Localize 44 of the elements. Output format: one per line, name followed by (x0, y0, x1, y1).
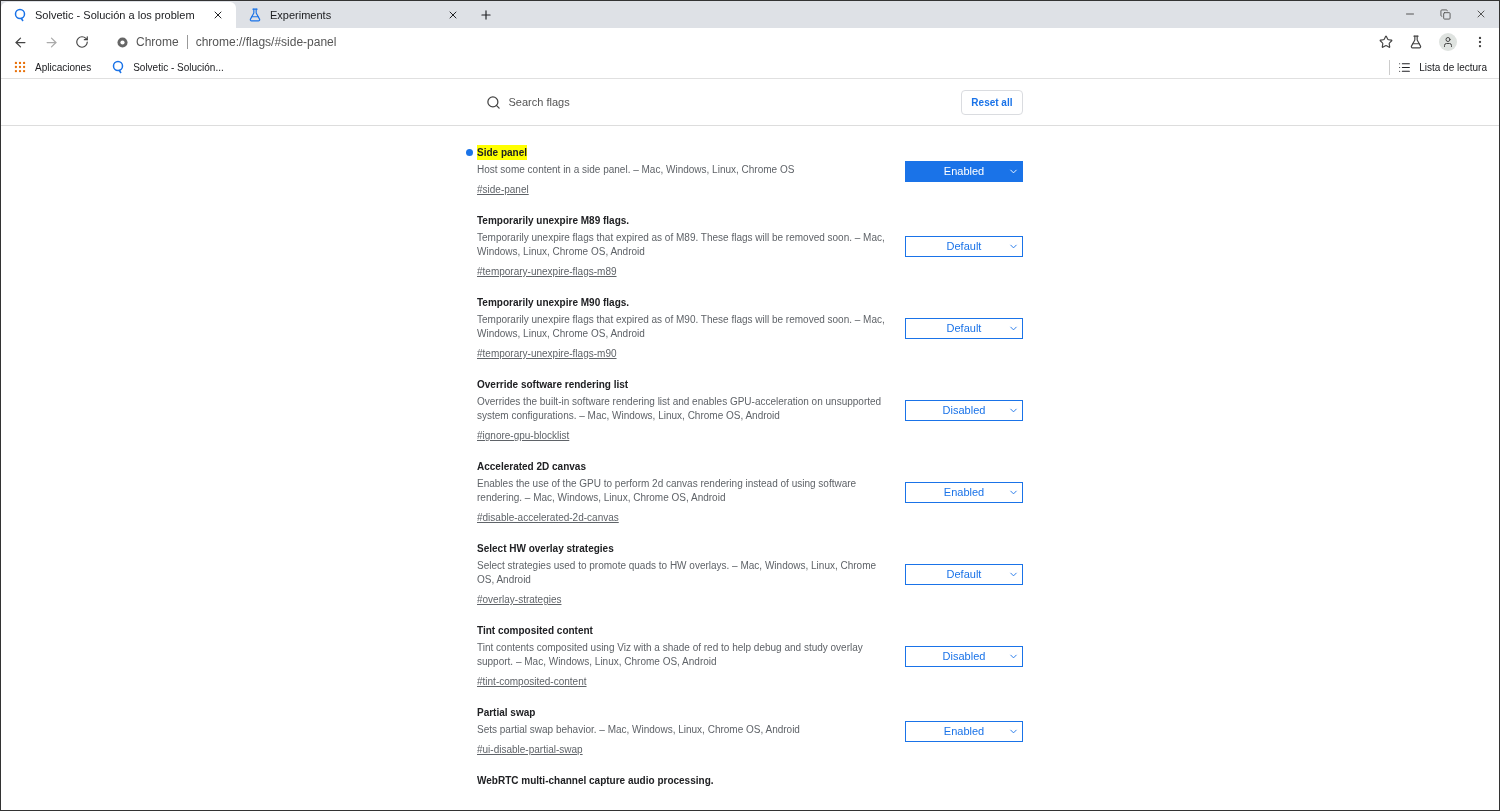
flag-description: Sets partial swap behavior. – Mac, Windows, Linux, Chrome OS, Android (477, 723, 800, 737)
flag-title: Select HW overlay strategies (477, 542, 614, 556)
flag-select[interactable]: Enabled (905, 481, 1023, 503)
address-bar[interactable]: Chrome chrome://flags/#side-panel (117, 33, 1363, 51)
flag-anchor-link[interactable]: #disable-accelerated-2d-canvas (477, 510, 889, 525)
flag-select[interactable]: Enabled (905, 160, 1023, 182)
flag-title: Temporarily unexpire M89 flags. (477, 214, 630, 228)
flag-title: Temporarily unexpire M90 flags. (477, 296, 630, 310)
flag-select[interactable]: Default (905, 317, 1023, 339)
flag-title: Tint composited content (477, 624, 593, 638)
flag-select[interactable]: Default (905, 563, 1023, 585)
flag-anchor-link[interactable]: #ui-disable-partial-swap (477, 742, 800, 757)
search-field[interactable]: Search flags (508, 93, 809, 111)
flag-select[interactable]: Disabled (905, 399, 1023, 421)
flag-title: Override software rendering list (477, 378, 629, 392)
flag-anchor-link[interactable]: #side-panel (477, 182, 795, 197)
flag-title: Side panel (477, 145, 527, 160)
flag-description: Enables the use of the GPU to perform 2d canvas rendering instead of using software rendering. – Mac, Windows, Linux, Chrome OS, Android (477, 477, 858, 505)
flag-select[interactable]: Default (905, 235, 1023, 257)
url-text: chrome://flags/#side-panel (195, 34, 337, 51)
bookmark-item[interactable]: Solvetic - Solución... (111, 59, 224, 75)
flag-select[interactable]: Disabled (905, 645, 1023, 667)
flag-title: Accelerated 2D canvas (477, 460, 586, 474)
tab-title: Solvetic - Solución a los problem (35, 7, 196, 23)
flag-description: Host some content in a side panel. – Mac, Windows, Linux, Chrome OS (477, 163, 795, 177)
flag-description: Overrides the built-in software rendering list and enables GPU-acceleration on unsupported system configurations. – Mac, Windows, Linux, Chrome OS, Android (477, 395, 883, 423)
reset-all-button[interactable]: Reset all (961, 89, 1023, 115)
reading-list-button[interactable]: Lista de lectura (1389, 59, 1487, 75)
flag-anchor-link[interactable]: #temporary-unexpire-flags-m89 (477, 264, 889, 279)
flag-anchor-link[interactable]: #tint-composited-content (477, 674, 889, 689)
flag-anchor-link[interactable]: #ignore-gpu-blocklist (477, 428, 889, 443)
site-label: Chrome (136, 34, 179, 51)
flag-description: Tint contents composited using Viz with a shade of red to help debug and study overlay support. – Mac, Windows, Linux, Chrome OS, Android (477, 641, 864, 669)
flag-anchor-link[interactable]: #temporary-unexpire-flags-m90 (477, 346, 889, 361)
tab-title: Experiments (270, 7, 333, 23)
flag-title: Partial swap (477, 706, 536, 720)
browser-tab[interactable]: Solvetic - Solución a los problem (1, 2, 236, 28)
flag-title: WebRTC multi-channel capture audio processing. (477, 774, 714, 788)
flag-anchor-link[interactable]: #overlay-strategies (477, 592, 889, 607)
flag-description: Temporarily unexpire flags that expired as of M90. These flags will be removed soon. – Mac, Windows, Linux, Chrome OS, Android (477, 313, 886, 341)
flag-description: Select strategies used to promote quads to HW overlays. – Mac, Windows, Linux, Chrome OS, Android (477, 559, 878, 587)
flag-select[interactable]: Enabled (905, 720, 1023, 742)
bookmark-item[interactable]: Aplicaciones (13, 59, 92, 75)
flag-description: Temporarily unexpire flags that expired as of M89. These flags will be removed soon. – Mac, Windows, Linux, Chrome OS, Android (477, 231, 886, 259)
